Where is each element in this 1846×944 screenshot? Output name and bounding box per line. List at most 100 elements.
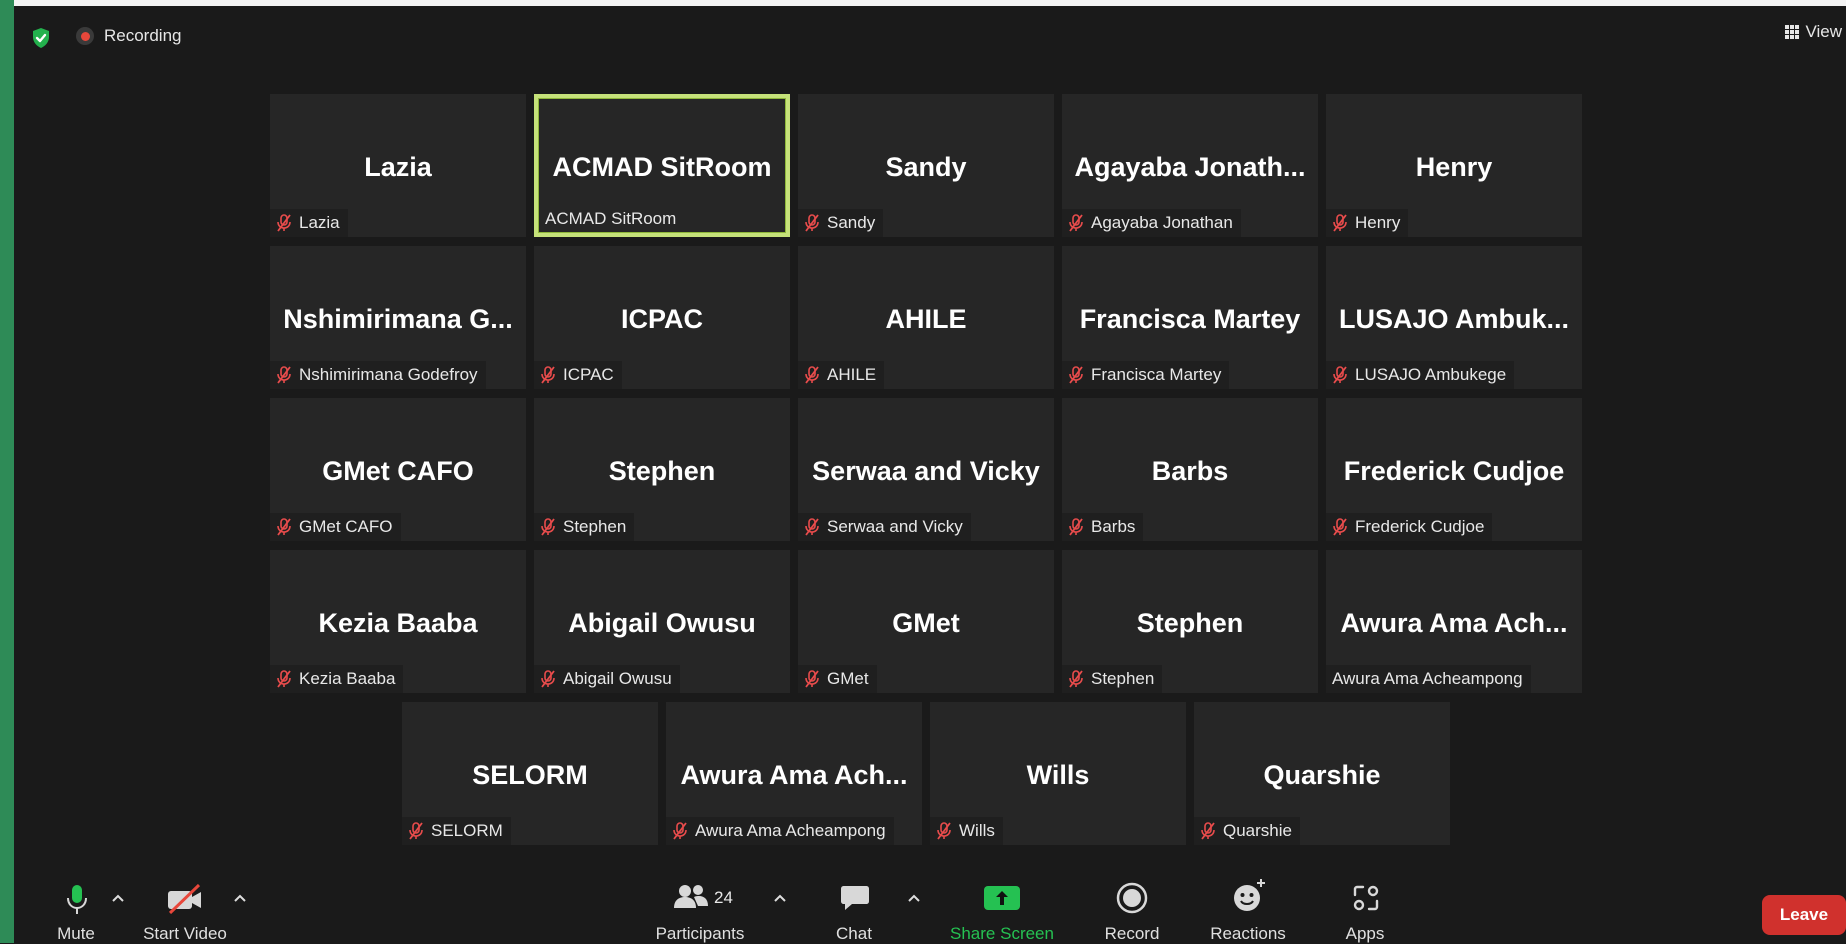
video-options-chevron-icon[interactable] xyxy=(232,892,248,904)
participant-display-name: GMet CAFO xyxy=(322,456,474,486)
participant-tile[interactable]: Quarshie Quarshie xyxy=(1194,702,1450,845)
participant-tile[interactable]: GMet CAFO GMet CAFO xyxy=(270,398,526,541)
record-label: Record xyxy=(1104,924,1160,943)
participant-name-text: Abigail Owusu xyxy=(563,669,672,688)
grid-view-icon xyxy=(1785,25,1800,39)
participants-options-chevron-icon[interactable] xyxy=(772,892,788,904)
mute-button[interactable]: Mute xyxy=(44,876,108,943)
participant-name-label: LUSAJO Ambukege xyxy=(1326,361,1515,389)
muted-microphone-icon xyxy=(1068,670,1084,688)
participant-name-label: Sandy xyxy=(798,209,884,237)
muted-microphone-icon xyxy=(1332,518,1348,536)
participant-tile[interactable]: Wills Wills xyxy=(930,702,1186,845)
top-bar: Recording View xyxy=(14,6,1846,66)
participants-icon xyxy=(674,885,708,908)
participant-name-text: Nshimirimana Godefroy xyxy=(299,365,478,384)
participant-display-name: Awura Ama Ach... xyxy=(680,760,908,790)
participant-tile[interactable]: ICPAC ICPAC xyxy=(534,246,790,389)
video-off-icon xyxy=(168,884,201,914)
muted-microphone-icon xyxy=(540,366,556,384)
meeting-window: Recording View Lazia Lazia ACMAD SitRoom AC… xyxy=(14,6,1846,943)
apps-button[interactable]: Apps xyxy=(1334,876,1396,943)
participant-tile[interactable]: Stephen Stephen xyxy=(1062,550,1318,693)
participant-tile[interactable]: Nshimirimana G... Nshimirimana Godefroy xyxy=(270,246,526,389)
muted-microphone-icon xyxy=(1200,822,1216,840)
participant-display-name: Abigail Owusu xyxy=(568,608,756,638)
participant-name-text: ACMAD SitRoom xyxy=(545,209,677,228)
chat-button[interactable]: Chat xyxy=(824,876,884,943)
participant-name-text: Wills xyxy=(959,821,995,840)
participant-name-text: Henry xyxy=(1355,213,1401,232)
start-video-button[interactable]: Start Video xyxy=(140,876,230,943)
participant-name-text: Kezia Baaba xyxy=(299,669,396,688)
participant-tile[interactable]: Francisca Martey Francisca Martey xyxy=(1062,246,1318,389)
participant-name-label: Lazia xyxy=(270,209,348,237)
muted-microphone-icon xyxy=(804,366,820,384)
chat-options-chevron-icon[interactable] xyxy=(906,892,922,904)
reactions-button[interactable]: Reactions xyxy=(1198,876,1298,943)
muted-microphone-icon xyxy=(1068,518,1084,536)
participant-tile[interactable]: Kezia Baaba Kezia Baaba xyxy=(270,550,526,693)
participant-tile[interactable]: GMet GMet xyxy=(798,550,1054,693)
participant-tile[interactable]: Sandy Sandy xyxy=(798,94,1054,237)
share-screen-label: Share Screen xyxy=(950,924,1054,943)
participant-tile[interactable]: Serwaa and Vicky Serwaa and Vicky xyxy=(798,398,1054,541)
participant-tile[interactable]: Abigail Owusu Abigail Owusu xyxy=(534,550,790,693)
security-shield-icon[interactable] xyxy=(29,26,53,50)
share-screen-button[interactable]: Share Screen xyxy=(940,876,1064,943)
participant-display-name: Henry xyxy=(1415,152,1493,182)
participant-display-name: Kezia Baaba xyxy=(318,608,478,638)
participant-name-text: Francisca Martey xyxy=(1091,365,1222,384)
mute-options-chevron-icon[interactable] xyxy=(110,892,126,904)
participant-display-name: Frederick Cudjoe xyxy=(1343,456,1565,486)
participant-tile[interactable]: Frederick Cudjoe Frederick Cudjoe xyxy=(1326,398,1582,541)
apps-icon xyxy=(1353,885,1379,911)
participant-display-name: ACMAD SitRoom xyxy=(552,152,772,182)
participant-tile[interactable]: Agayaba Jonath... Agayaba Jonathan xyxy=(1062,94,1318,237)
participant-name-text: Lazia xyxy=(299,213,340,232)
leave-button[interactable]: Leave xyxy=(1762,895,1846,935)
participant-display-name: Quarshie xyxy=(1263,760,1381,790)
muted-microphone-icon xyxy=(1068,214,1084,232)
participant-tile[interactable]: Henry Henry xyxy=(1326,94,1582,237)
mute-label: Mute xyxy=(57,924,95,943)
participant-name-label: Stephen xyxy=(1062,665,1163,693)
participant-tile[interactable]: Awura Ama Ach... Awura Ama Acheampong xyxy=(666,702,922,845)
muted-microphone-icon xyxy=(804,670,820,688)
participants-count: 24 xyxy=(714,888,733,907)
participant-tile[interactable]: SELORM SELORM xyxy=(402,702,658,845)
participant-tile[interactable]: AHILE AHILE xyxy=(798,246,1054,389)
participant-name-label: Francisca Martey xyxy=(1062,361,1230,389)
muted-microphone-icon xyxy=(1068,366,1084,384)
participant-name-label: Nshimirimana Godefroy xyxy=(270,361,486,389)
participant-tile[interactable]: Awura Ama Ach... Awura Ama Acheampong xyxy=(1326,550,1582,693)
participant-display-name: AHILE xyxy=(885,304,967,334)
participant-name-label: Barbs xyxy=(1062,513,1144,541)
record-button[interactable]: Record xyxy=(1094,876,1170,943)
participant-name-label: ICPAC xyxy=(534,361,622,389)
participant-name-text: SELORM xyxy=(431,821,503,840)
microphone-icon xyxy=(67,885,87,914)
participant-name-text: Awura Ama Acheampong xyxy=(1332,669,1523,688)
participant-name-text: Quarshie xyxy=(1223,821,1292,840)
recording-indicator[interactable]: Recording xyxy=(76,26,182,46)
participant-display-name: Wills xyxy=(1026,760,1090,790)
participant-name-text: GMet CAFO xyxy=(299,517,393,536)
participant-tile[interactable]: Stephen Stephen xyxy=(534,398,790,541)
participant-display-name: Stephen xyxy=(608,456,716,486)
participants-button[interactable]: Participants xyxy=(650,876,750,943)
participant-tile[interactable]: Barbs Barbs xyxy=(1062,398,1318,541)
participant-tile[interactable]: Lazia Lazia xyxy=(270,94,526,237)
participant-display-name: Awura Ama Ach... xyxy=(1340,608,1568,638)
view-label: View xyxy=(1805,22,1842,41)
participants-label: Participants xyxy=(655,924,745,943)
participant-display-name: Lazia xyxy=(364,152,432,182)
participant-tile[interactable]: ACMAD SitRoom ACMAD SitRoom xyxy=(534,94,790,237)
participant-name-label: GMet CAFO xyxy=(270,513,401,541)
view-button[interactable]: View xyxy=(1781,20,1846,44)
participant-tile[interactable]: LUSAJO Ambuk... LUSAJO Ambukege xyxy=(1326,246,1582,389)
participant-name-text: Agayaba Jonathan xyxy=(1091,213,1233,232)
participant-name-text: Stephen xyxy=(1091,669,1155,688)
chat-icon xyxy=(841,886,869,910)
record-icon xyxy=(1116,882,1148,914)
